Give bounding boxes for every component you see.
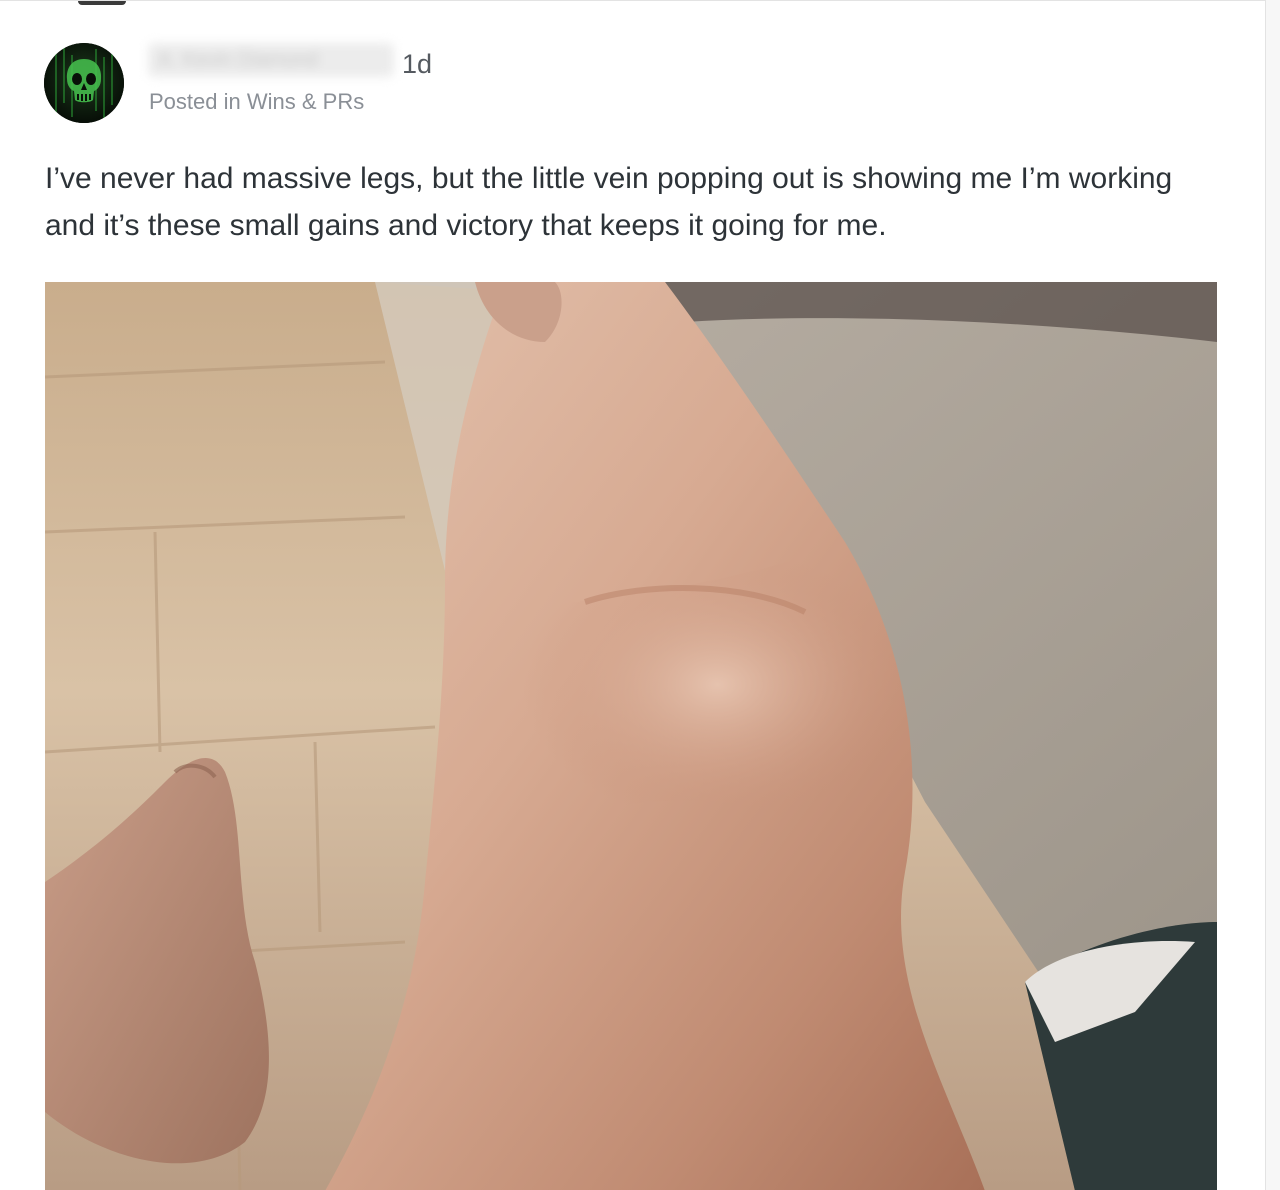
post-timestamp: 1d xyxy=(402,49,433,79)
feed-page: A. Kevin Diamond 1d Posted in Wins & PRs… xyxy=(0,0,1280,1190)
category-link[interactable]: Wins & PRs xyxy=(247,89,364,114)
previous-post-remnant xyxy=(78,1,126,5)
leg-photo-image xyxy=(45,282,1217,1190)
author-avatar[interactable] xyxy=(44,43,124,123)
post-photo[interactable] xyxy=(45,282,1217,1190)
post-body-text: I’ve never had massive legs, but the lit… xyxy=(45,162,1173,242)
scrollbar-track[interactable] xyxy=(1266,0,1280,1190)
author-name[interactable]: A. Kevin Diamond xyxy=(148,43,394,77)
post-card: A. Kevin Diamond 1d Posted in Wins & PRs… xyxy=(0,0,1266,1190)
posted-in-prefix: Posted in xyxy=(149,89,241,114)
posted-in-line: Posted in Wins & PRs xyxy=(149,87,364,117)
skull-emblem-icon xyxy=(44,43,124,123)
